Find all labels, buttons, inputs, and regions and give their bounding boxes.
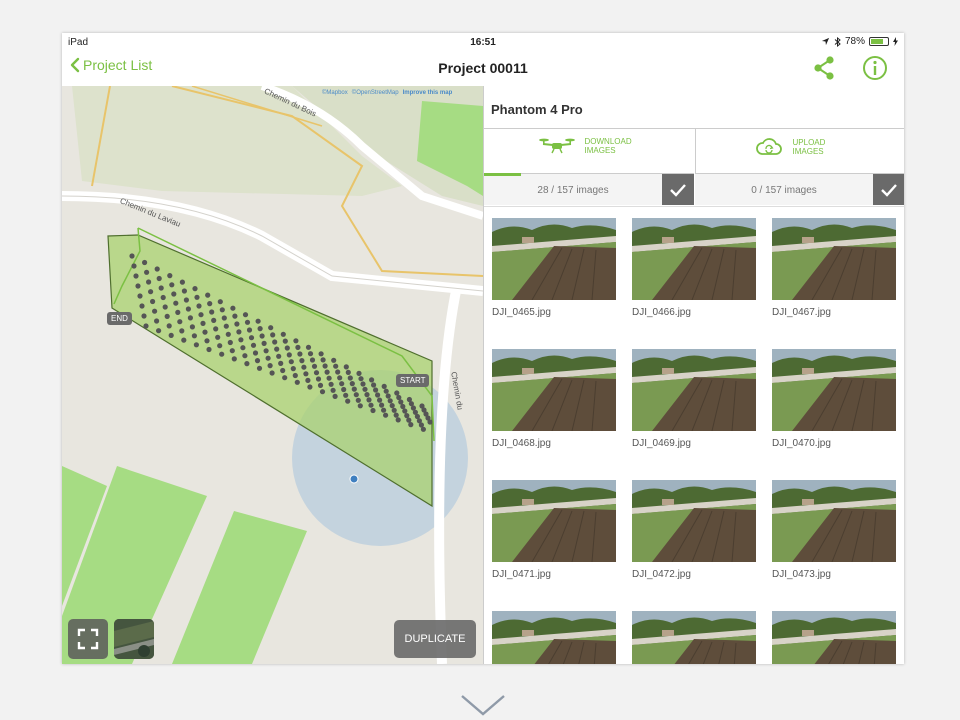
drone-model: Phantom 4 Pro <box>491 102 583 117</box>
image-tile[interactable]: DJI_0468.jpg <box>492 349 616 459</box>
image-filename: DJI_0473.jpg <box>772 569 831 580</box>
flight-map[interactable]: ©Mapbox ©OpenStreetMap Improve this map Ch… <box>62 86 483 664</box>
download-progress: 28 / 157 images <box>484 173 694 205</box>
aerial-photo-thumbnail <box>492 611 616 664</box>
aerial-photo-thumbnail <box>492 218 616 300</box>
info-button[interactable] <box>862 55 888 81</box>
image-tile[interactable]: DJI_0465.jpg <box>492 218 616 328</box>
download-count: 28 / 157 images <box>537 185 609 196</box>
ipad-screen: iPad 16:51 78% Project List Project 0001… <box>62 33 904 664</box>
cloud-sync-icon <box>755 138 782 155</box>
start-marker: START <box>396 374 430 387</box>
share-button[interactable] <box>812 55 836 81</box>
image-tile[interactable] <box>632 611 756 664</box>
image-tile[interactable]: DJI_0472.jpg <box>632 480 756 590</box>
image-tile[interactable]: DJI_0469.jpg <box>632 349 756 459</box>
bluetooth-icon <box>834 36 841 47</box>
image-filename: DJI_0466.jpg <box>632 307 691 318</box>
image-tile[interactable] <box>492 611 616 664</box>
battery-percent: 78% <box>844 36 865 47</box>
duplicate-button[interactable]: DUPLICATE <box>394 620 476 658</box>
status-indicators: 78% <box>821 36 898 47</box>
image-tile[interactable]: DJI_0467.jpg <box>772 218 896 328</box>
aerial-photo-thumbnail <box>492 349 616 431</box>
image-tile[interactable] <box>772 611 896 664</box>
location-arrow-icon <box>821 37 830 46</box>
checkmark-icon <box>670 184 686 197</box>
upload-count: 0 / 157 images <box>751 185 817 196</box>
chevron-down-icon[interactable] <box>460 694 506 716</box>
aerial-photo-thumbnail <box>772 218 896 300</box>
fullscreen-icon <box>77 628 99 650</box>
aerial-photo-thumbnail <box>772 349 896 431</box>
download-progress-fill <box>484 173 522 176</box>
aerial-photo-thumbnail <box>772 480 896 562</box>
image-filename: DJI_0471.jpg <box>492 569 551 580</box>
fullscreen-button[interactable] <box>68 619 108 659</box>
aerial-photo-thumbnail <box>632 349 756 431</box>
image-tile[interactable]: DJI_0466.jpg <box>632 218 756 328</box>
image-tile[interactable]: DJI_0473.jpg <box>772 480 896 590</box>
upload-select-all-button[interactable] <box>873 174 904 205</box>
project-title: Project 00011 <box>438 60 528 76</box>
back-label: Project List <box>83 57 153 73</box>
image-filename: DJI_0470.jpg <box>772 438 831 449</box>
upload-images-label: UPLOAD IMAGES <box>792 138 826 156</box>
charging-icon <box>893 37 898 46</box>
image-grid[interactable]: DJI_0465.jpg DJI_0466.jpg DJI_0467.jpg DJI_… <box>484 206 904 664</box>
satellite-thumbnail-icon <box>114 619 154 659</box>
download-images-button[interactable]: DOWNLOAD IMAGES <box>484 129 694 173</box>
image-filename: DJI_0472.jpg <box>632 569 691 580</box>
checkmark-icon <box>881 184 897 197</box>
info-icon <box>863 56 887 80</box>
status-bar: iPad 16:51 78% <box>62 33 904 51</box>
map-attribution[interactable]: ©Mapbox ©OpenStreetMap Improve this map <box>322 90 452 96</box>
upload-progress: 0 / 157 images <box>695 173 904 205</box>
navigation-bar: Project List Project 00011 <box>62 51 904 86</box>
status-time: 16:51 <box>470 37 496 48</box>
attribution-osm[interactable]: ©OpenStreetMap <box>352 90 399 96</box>
image-tile[interactable]: DJI_0470.jpg <box>772 349 896 459</box>
aerial-photo-thumbnail <box>632 480 756 562</box>
drone-icon <box>538 138 575 154</box>
aerial-photo-thumbnail <box>772 611 896 664</box>
download-select-all-button[interactable] <box>662 174 694 205</box>
aerial-photo-thumbnail <box>632 218 756 300</box>
download-images-label: DOWNLOAD IMAGES <box>584 137 632 155</box>
attribution-mapbox[interactable]: ©Mapbox <box>322 90 348 96</box>
project-list-back-button[interactable]: Project List <box>70 57 152 73</box>
image-panel: Phantom 4 Pro DOWNLOAD IMAGES UPLOAD IMA… <box>483 86 904 664</box>
upload-images-button[interactable]: UPLOAD IMAGES <box>695 129 904 173</box>
battery-icon <box>869 37 889 46</box>
image-filename: DJI_0465.jpg <box>492 307 551 318</box>
improve-map-link[interactable]: Improve this map <box>403 90 453 96</box>
image-filename: DJI_0467.jpg <box>772 307 831 318</box>
image-filename: DJI_0468.jpg <box>492 438 551 449</box>
chevron-left-icon <box>70 57 80 73</box>
aerial-photo-thumbnail <box>492 480 616 562</box>
image-filename: DJI_0469.jpg <box>632 438 691 449</box>
image-tile[interactable]: DJI_0471.jpg <box>492 480 616 590</box>
aerial-photo-thumbnail <box>632 611 756 664</box>
end-marker: END <box>107 312 132 325</box>
share-icon <box>814 56 834 80</box>
satellite-view-toggle[interactable] <box>114 619 154 659</box>
